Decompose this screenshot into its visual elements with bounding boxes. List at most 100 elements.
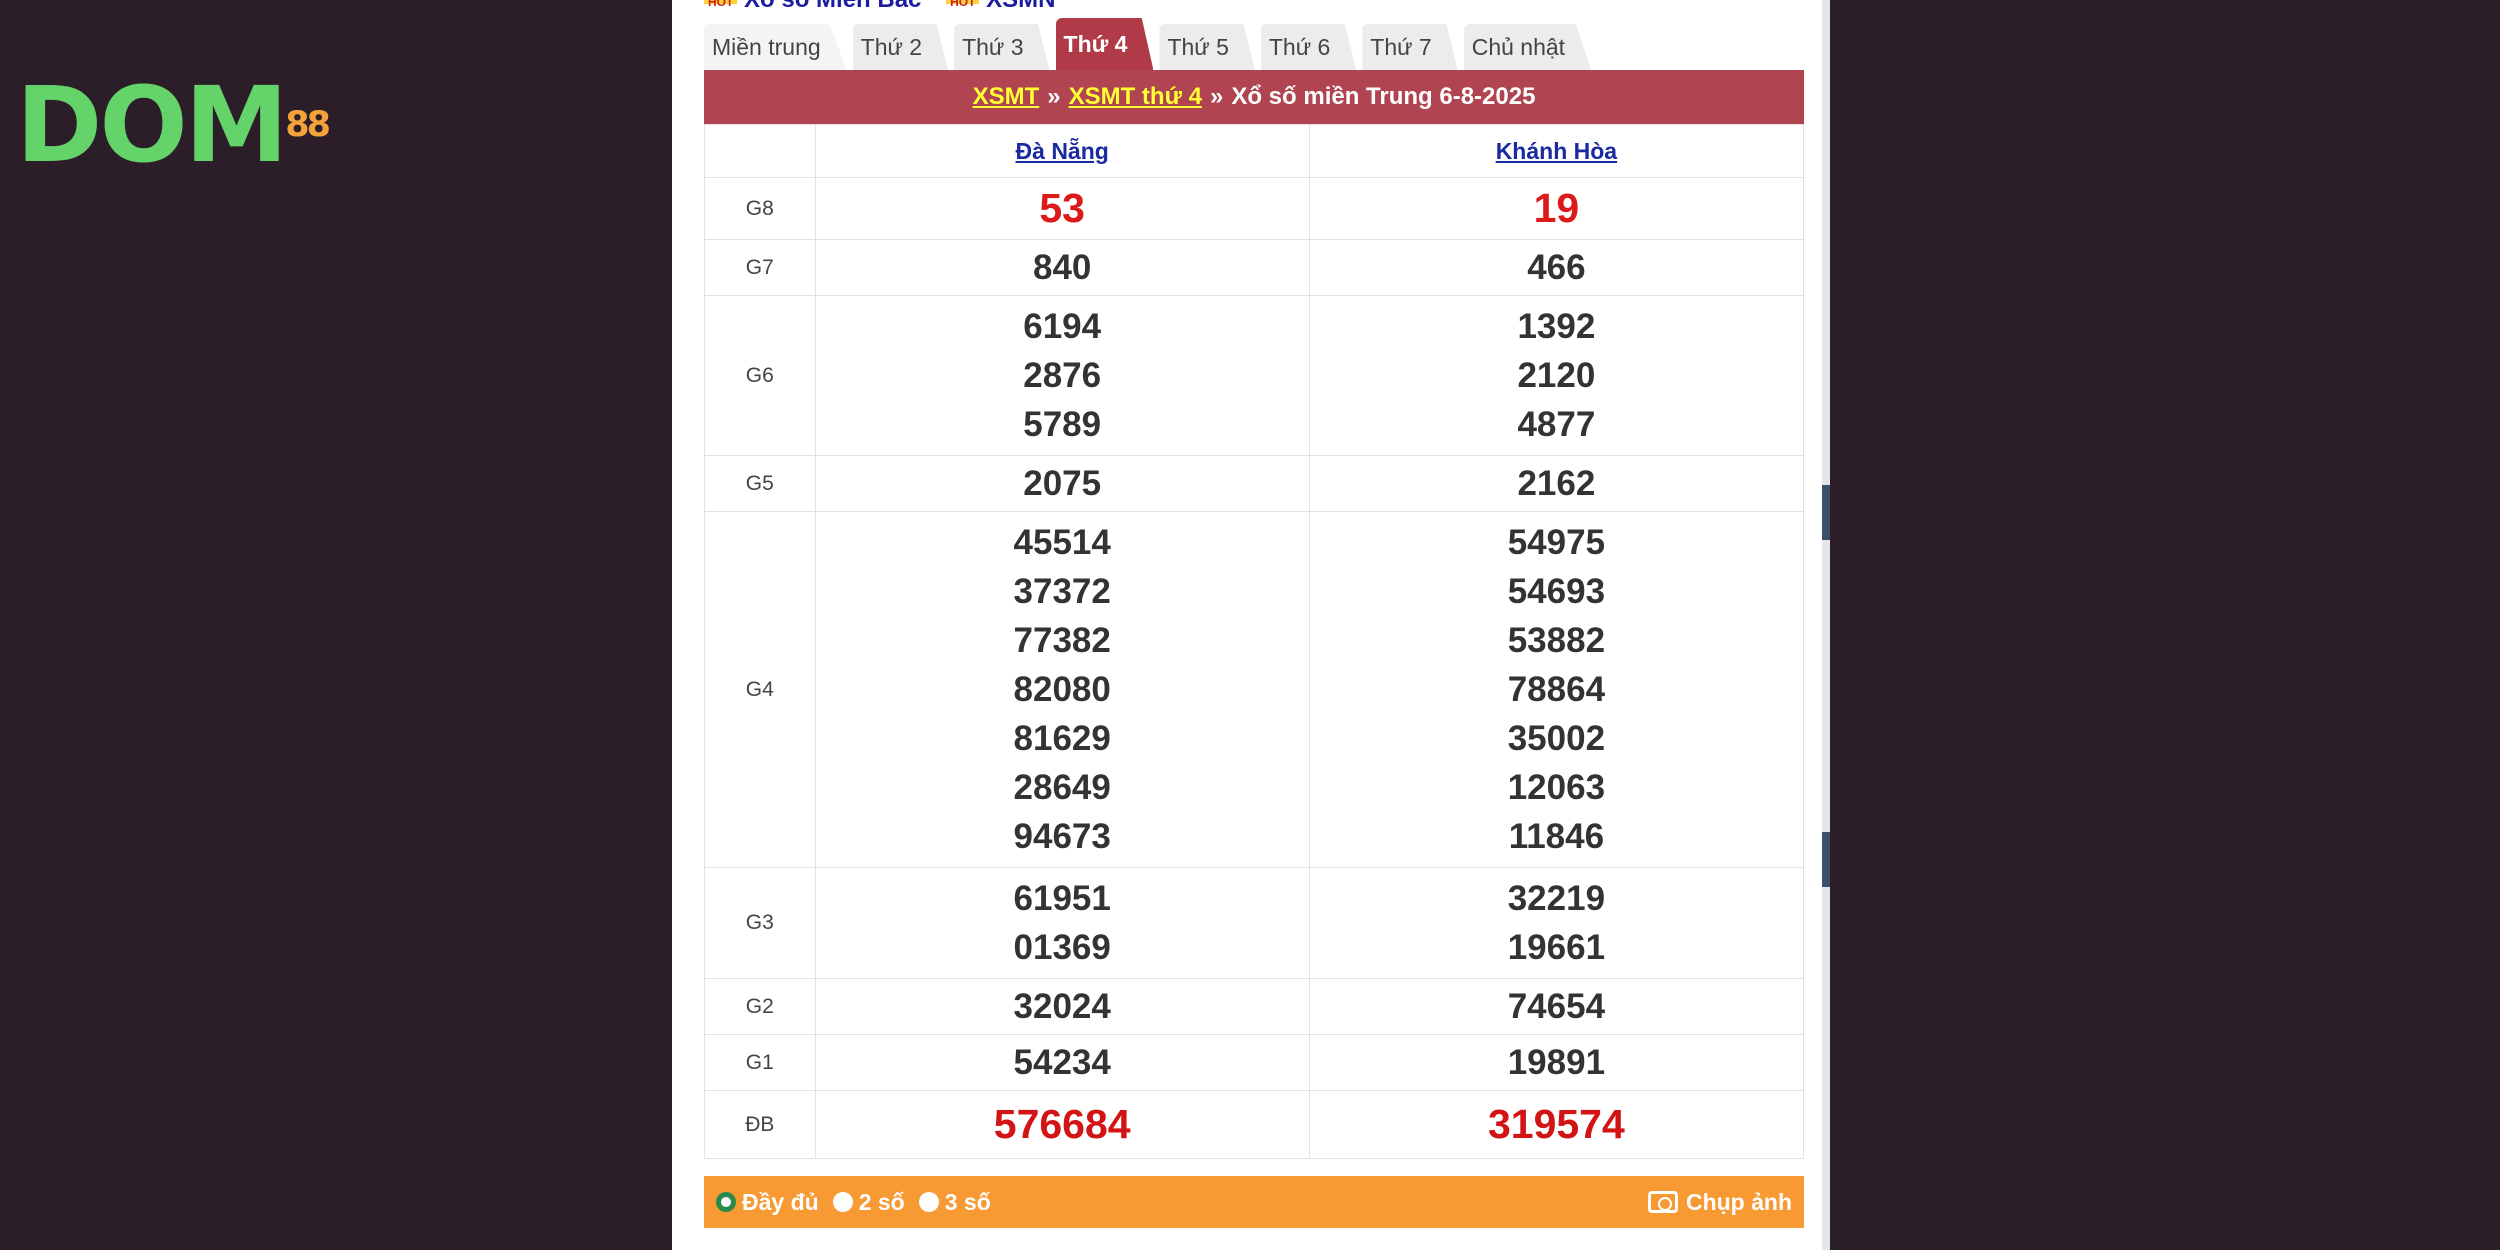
option-full[interactable]: Đầy đủ — [716, 1189, 819, 1216]
prize-number: 5789 — [1023, 405, 1102, 444]
prize-number: 54234 — [1013, 1043, 1111, 1082]
prize-number: 4877 — [1517, 405, 1596, 444]
tab-1[interactable]: Thứ 2 — [852, 24, 949, 70]
prize-number: 2075 — [1023, 464, 1102, 503]
radio-selected-icon[interactable] — [716, 1192, 736, 1212]
logo-text-88: 88 — [285, 104, 331, 145]
prize-label: ĐB — [704, 1090, 816, 1159]
snapshot-button[interactable]: Chụp ảnh — [1647, 1188, 1792, 1216]
prize-cell-danang: 576684 — [814, 1090, 1310, 1159]
prize-number: 82080 — [1013, 670, 1111, 709]
prize-number: 53 — [1039, 185, 1085, 231]
table-row: G8 53 19 — [704, 177, 1805, 240]
table-row: ĐB 576684 319574 — [704, 1090, 1805, 1159]
province-link-danang[interactable]: Đà Nẵng — [1016, 138, 1109, 164]
prize-cell-danang: 2075 — [814, 455, 1310, 512]
day-tabs: Miền trung Thứ 2 Thứ 3 Thứ 4 Thứ 5 Thứ 6 Thứ 7… — [704, 18, 1804, 70]
prize-cell-danang: 53 — [814, 177, 1310, 240]
prize-cell-danang: 54234 — [814, 1034, 1310, 1091]
province-header-khanhhoa[interactable]: Khánh Hòa — [1308, 124, 1805, 178]
dom88-logo[interactable]: DOM 88 — [16, 64, 331, 186]
prize-number: 94673 — [1013, 817, 1111, 856]
prize-cell-khanhhoa: 54975 54693 53882 78864 35002 12063 11846 — [1308, 511, 1805, 868]
prize-label: G8 — [704, 177, 816, 240]
prize-number: 53882 — [1507, 621, 1606, 660]
prize-label: G7 — [704, 239, 816, 296]
prize-cell-danang: 61951 01369 — [814, 867, 1310, 979]
breadcrumb-separator: » — [1209, 83, 1224, 110]
scrollbar[interactable] — [1822, 0, 1830, 1250]
prize-number: 2162 — [1517, 464, 1596, 503]
prize-number: 11846 — [1508, 817, 1605, 856]
prize-number: 19 — [1533, 185, 1580, 231]
results-title: Xổ số miền Trung 6-8-2025 — [1231, 83, 1536, 110]
scroll-marker — [1822, 832, 1830, 887]
prize-label: G6 — [704, 295, 816, 456]
province-header-danang[interactable]: Đà Nẵng — [814, 124, 1310, 178]
table-row: G7 840 466 — [704, 239, 1805, 296]
tab-0[interactable]: Miền trung — [704, 24, 847, 70]
logo-text-dom: DOM — [16, 64, 288, 186]
top-links: HOT Xổ số Miền Bắc HOT XSMN — [704, 0, 1804, 18]
prize-label: G5 — [704, 455, 816, 512]
prize-cell-khanhhoa: 2162 — [1308, 455, 1805, 512]
tab-2[interactable]: Thứ 3 — [954, 24, 1050, 70]
prize-cell-danang: 45514 37372 77382 82080 81629 28649 94673 — [814, 511, 1310, 868]
prize-label: G2 — [704, 978, 816, 1035]
snapshot-label: Chụp ảnh — [1685, 1188, 1792, 1215]
option-2-digits[interactable]: 2 số — [832, 1188, 905, 1216]
prize-cell-khanhhoa: 74654 — [1308, 978, 1805, 1035]
prize-cell-khanhhoa: 32219 19661 — [1308, 867, 1805, 979]
prize-cell-khanhhoa: 19891 — [1308, 1034, 1805, 1091]
prize-number: 28649 — [1013, 768, 1111, 807]
option-3-digits[interactable]: 3 số — [918, 1189, 991, 1216]
prize-number: 840 — [1032, 248, 1092, 287]
tab-6[interactable]: Thứ 7 — [1362, 24, 1458, 70]
prize-number: 01369 — [1013, 928, 1111, 967]
prize-cell-danang: 32024 — [814, 978, 1310, 1035]
option-label: 2 số — [858, 1188, 905, 1215]
prize-cell-khanhhoa: 1392 2120 4877 — [1308, 295, 1805, 456]
link-xsmn[interactable]: XSMN — [986, 0, 1055, 13]
table-row: G5 2075 2162 — [704, 455, 1805, 512]
link-xsmb[interactable]: Xổ số Miền Bắc — [744, 0, 921, 13]
camera-icon — [1647, 1191, 1678, 1213]
prize-number: 78864 — [1507, 670, 1606, 709]
prize-label: G1 — [704, 1034, 816, 1091]
prize-number: 74654 — [1507, 987, 1606, 1026]
province-link-khanhhoa[interactable]: Khánh Hòa — [1496, 138, 1617, 164]
breadcrumb-separator: » — [1047, 83, 1061, 110]
prize-number: 319574 — [1487, 1101, 1625, 1147]
link-xsmt[interactable]: XSMT — [973, 83, 1040, 111]
results-title-bar: XSMT » XSMT thứ 4 » Xổ số miền Trung 6-8… — [704, 70, 1804, 124]
prize-cell-danang: 6194 2876 5789 — [814, 295, 1310, 456]
prize-cell-danang: 840 — [814, 239, 1310, 296]
prize-cell-khanhhoa: 19 — [1308, 177, 1805, 240]
prize-number: 576684 — [993, 1101, 1131, 1147]
prize-number: 35002 — [1507, 719, 1606, 758]
prize-number: 19661 — [1507, 928, 1606, 967]
table-header-row: Đà Nẵng Khánh Hòa — [704, 124, 1805, 178]
tab-5[interactable]: Thứ 6 — [1260, 24, 1357, 70]
prize-number: 61951 — [1013, 879, 1111, 918]
prize-number: 32024 — [1013, 987, 1111, 1026]
prize-number: 54693 — [1507, 572, 1606, 611]
radio-icon[interactable] — [832, 1192, 853, 1212]
tab-4[interactable]: Thứ 5 — [1159, 24, 1255, 70]
header-empty — [704, 124, 816, 178]
table-row: G4 45514 37372 77382 82080 81629 28649 94673 549… — [704, 511, 1805, 868]
prize-number: 1392 — [1517, 307, 1596, 346]
tab-3[interactable]: Thứ 4 — [1055, 18, 1154, 70]
scroll-marker — [1822, 485, 1830, 540]
prize-number: 37372 — [1013, 572, 1111, 611]
radio-icon[interactable] — [918, 1192, 939, 1212]
prize-label: G3 — [704, 867, 816, 979]
prize-cell-khanhhoa: 466 — [1308, 239, 1805, 296]
table-row: G6 6194 2876 5789 1392 2120 4877 — [704, 295, 1805, 456]
prize-number: 45514 — [1013, 523, 1111, 562]
prize-number: 54975 — [1507, 523, 1606, 562]
tab-7[interactable]: Chủ nhật — [1463, 24, 1592, 70]
prize-cell-khanhhoa: 319574 — [1308, 1090, 1805, 1159]
link-xsmt-thu4[interactable]: XSMT thứ 4 — [1069, 83, 1202, 111]
hot-badge: HOT — [704, 0, 738, 8]
